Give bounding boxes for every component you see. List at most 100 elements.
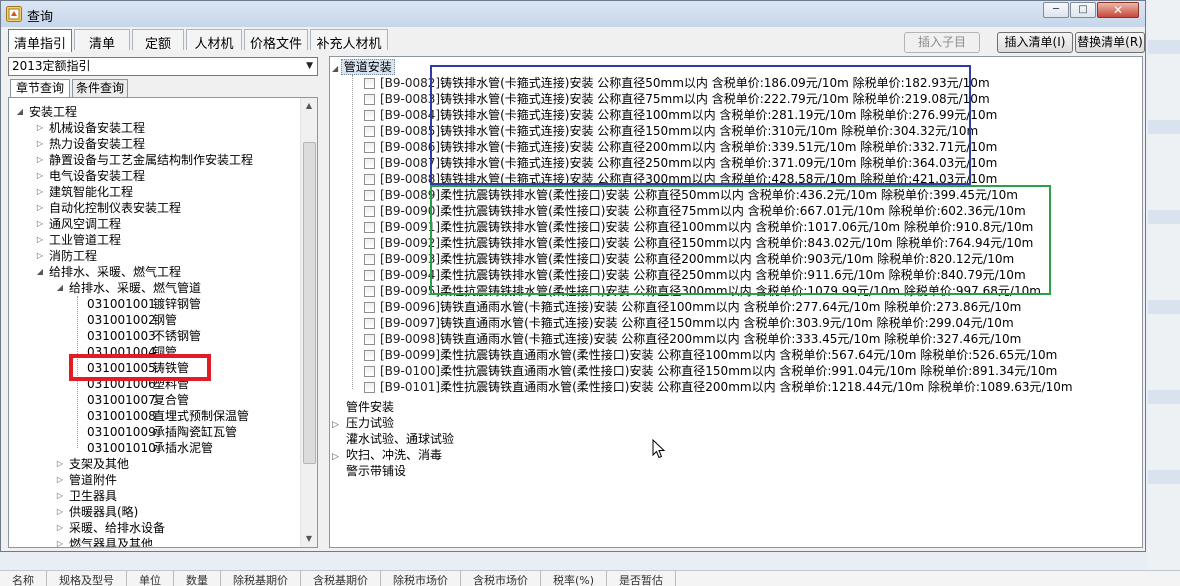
quota-checkbox[interactable] (364, 222, 375, 233)
tree-collapsed-icon[interactable]: ▷ (55, 488, 65, 504)
group-node[interactable]: 警示带铺设 (332, 463, 406, 479)
tree-collapsed-icon[interactable]: ▷ (55, 472, 65, 488)
group-node[interactable]: ▷ 吹扫、冲洗、消毒 (332, 447, 442, 463)
quota-item[interactable]: [B9-0099]柔性抗震铸铁直通雨水管(柔性接口)安装 公称直径100mm以内… (364, 347, 1057, 363)
tree-leaf-item[interactable]: 031001007复合管 (75, 392, 189, 408)
close-button[interactable]: ✕ (1097, 2, 1139, 18)
quota-item[interactable]: [B9-0089]柔性抗震铸铁排水管(柔性接口)安装 公称直径50mm以内 含税… (364, 187, 1018, 203)
quota-checkbox[interactable] (364, 78, 375, 89)
group-node[interactable]: ▷ 压力试验 (332, 415, 394, 431)
quota-item[interactable]: [B9-0088]铸铁排水管(卡箍式连接)安装 公称直径300mm以内 含税单价… (364, 171, 997, 187)
quota-item[interactable]: [B9-0096]铸铁直通雨水管(卡箍式连接)安装 公称直径100mm以内 含税… (364, 299, 1021, 315)
quota-checkbox[interactable] (364, 94, 375, 105)
maximize-button[interactable]: □ (1070, 2, 1096, 18)
subtab-chapter-search[interactable]: 章节查询 (10, 79, 70, 97)
tree-collapsed-icon[interactable]: ▷ (35, 184, 45, 200)
tree-node[interactable]: ▷ 管道附件 (55, 472, 117, 488)
tree-collapsed-icon[interactable]: ▷ (55, 456, 65, 472)
tree-collapsed-icon[interactable]: ▷ (35, 120, 45, 136)
tree-collapsed-icon[interactable]: ▷ (35, 248, 45, 264)
scroll-down-icon[interactable]: ▼ (301, 531, 317, 547)
tree-node[interactable]: ▷ 自动化控制仪表安装工程 (35, 200, 181, 216)
tree-expanded-icon[interactable]: ◢ (332, 64, 341, 73)
tab-supplement-materials[interactable]: 补充人材机 (310, 29, 388, 52)
quota-item[interactable]: [B9-0093]柔性抗震铸铁排水管(柔性接口)安装 公称直径200mm以内 含… (364, 251, 1014, 267)
quota-item[interactable]: [B9-0100]柔性抗震铸铁直通雨水管(柔性接口)安装 公称直径150mm以内… (364, 363, 1057, 379)
quota-checkbox[interactable] (364, 302, 375, 313)
tree-node[interactable]: ▷ 热力设备安装工程 (35, 136, 145, 152)
quota-item[interactable]: [B9-0087]铸铁排水管(卡箍式连接)安装 公称直径250mm以内 含税单价… (364, 155, 997, 171)
quota-checkbox[interactable] (364, 158, 375, 169)
quota-checkbox[interactable] (364, 190, 375, 201)
tree-node[interactable]: ▷ 燃气器具及其他 (55, 536, 153, 547)
quota-checkbox[interactable] (364, 238, 375, 249)
tree-node[interactable]: ▷ 工业管道工程 (35, 232, 121, 248)
quota-item[interactable]: [B9-0085]铸铁排水管(卡箍式连接)安装 公称直径150mm以内 含税单价… (364, 123, 978, 139)
tree-scrollbar[interactable]: ▲ ▼ (300, 98, 317, 547)
quota-checkbox[interactable] (364, 206, 375, 217)
tree-collapsed-icon[interactable]: ▷ (35, 216, 45, 232)
tree-leaf-item[interactable]: 031001002钢管 (75, 312, 177, 328)
tree-collapsed-icon[interactable]: ▷ (35, 152, 45, 168)
tree-node[interactable]: ◢ 安装工程 (15, 104, 77, 120)
quota-checkbox[interactable] (364, 110, 375, 121)
quota-item[interactable]: [B9-0094]柔性抗震铸铁排水管(柔性接口)安装 公称直径250mm以内 含… (364, 267, 1026, 283)
quota-item[interactable]: [B9-0086]铸铁排水管(卡箍式连接)安装 公称直径200mm以内 含税单价… (364, 139, 997, 155)
tree-node[interactable]: ▷ 机械设备安装工程 (35, 120, 145, 136)
quota-item[interactable]: [B9-0084]铸铁排水管(卡箍式连接)安装 公称直径100mm以内 含税单价… (364, 107, 997, 123)
quota-checkbox[interactable] (364, 318, 375, 329)
tree-node[interactable]: ▷ 建筑智能化工程 (35, 184, 133, 200)
tree-node[interactable]: ▷ 采暖、给排水设备 (55, 520, 165, 536)
tree-node[interactable]: ▷ 静置设备与工艺金属结构制作安装工程 (35, 152, 253, 168)
tree-node[interactable]: ◢ 给排水、采暖、燃气工程 (35, 264, 181, 280)
replace-list-button[interactable]: 替换清单(R) (1075, 32, 1145, 53)
quota-item[interactable]: [B9-0098]铸铁直通雨水管(卡箍式连接)安装 公称直径200mm以内 含税… (364, 331, 1021, 347)
tree-node[interactable]: ◢ 给排水、采暖、燃气管道 (55, 280, 201, 296)
tree-node[interactable]: ▷ 电气设备安装工程 (35, 168, 145, 184)
tab-labor-material-machine[interactable]: 人材机 (186, 29, 242, 52)
tree-node[interactable]: ▷ 消防工程 (35, 248, 97, 264)
quota-checkbox[interactable] (364, 286, 375, 297)
tree-node[interactable]: ▷ 供暖器具(略) (55, 504, 138, 520)
tree-node[interactable]: ▷ 卫生器具 (55, 488, 117, 504)
tree-node[interactable]: ▷ 通风空调工程 (35, 216, 121, 232)
tree-expanded-icon[interactable]: ◢ (15, 104, 25, 120)
tree-leaf-item[interactable]: 031001009承插陶瓷缸瓦管 (75, 424, 237, 440)
group-node[interactable]: 管件安装 (332, 399, 394, 415)
quota-checkbox[interactable] (364, 350, 375, 361)
quota-item[interactable]: [B9-0083]铸铁排水管(卡箍式连接)安装 公称直径75mm以内 含税单价:… (364, 91, 990, 107)
tab-quota[interactable]: 定额 (132, 29, 184, 52)
quota-item[interactable]: [B9-0101]柔性抗震铸铁直通雨水管(柔性接口)安装 公称直径200mm以内… (364, 379, 1073, 395)
tree-collapsed-icon[interactable]: ▷ (55, 504, 65, 520)
quota-checkbox[interactable] (364, 382, 375, 393)
tree-collapsed-icon[interactable]: ▷ (35, 168, 45, 184)
tree-collapsed-icon[interactable]: ▷ (55, 520, 65, 536)
tree-collapsed-icon[interactable]: ▷ (35, 232, 45, 248)
quota-version-select[interactable]: 2013定额指引 ▼ (8, 57, 318, 76)
tree-leaf-item[interactable]: 031001003不锈钢管 (75, 328, 201, 344)
group-node[interactable]: 灌水试验、通球试验 (332, 431, 454, 447)
insert-list-button[interactable]: 插入清单(I) (997, 32, 1073, 53)
tab-list[interactable]: 清单 (74, 29, 130, 52)
minimize-button[interactable]: ─ (1043, 2, 1069, 18)
quota-item[interactable]: [B9-0091]柔性抗震铸铁排水管(柔性接口)安装 公称直径100mm以内 含… (364, 219, 1033, 235)
tree-leaf-item[interactable]: 031001010承插水泥管 (75, 440, 213, 456)
quota-item[interactable]: [B9-0090]柔性抗震铸铁排水管(柔性接口)安装 公称直径75mm以内 含税… (364, 203, 1026, 219)
quota-checkbox[interactable] (364, 334, 375, 345)
subtab-condition-search[interactable]: 条件查询 (72, 79, 128, 97)
scroll-up-icon[interactable]: ▲ (301, 98, 317, 114)
scroll-thumb[interactable] (303, 142, 316, 464)
quota-checkbox[interactable] (364, 126, 375, 137)
tree-collapsed-icon[interactable]: ▷ (35, 136, 45, 152)
tree-leaf-item[interactable]: 031001008直埋式预制保温管 (75, 408, 249, 424)
quota-item[interactable]: [B9-0082]铸铁排水管(卡箍式连接)安装 公称直径50mm以内 含税单价:… (364, 75, 990, 91)
quota-checkbox[interactable] (364, 270, 375, 281)
tab-price-file[interactable]: 价格文件 (244, 29, 308, 52)
tree-node[interactable]: ▷ 支架及其他 (55, 456, 129, 472)
quota-checkbox[interactable] (364, 254, 375, 265)
quota-item[interactable]: [B9-0097]铸铁直通雨水管(卡箍式连接)安装 公称直径150mm以内 含税… (364, 315, 1014, 331)
tree-expanded-icon[interactable]: ◢ (55, 280, 65, 296)
quota-checkbox[interactable] (364, 366, 375, 377)
tree-expanded-icon[interactable]: ◢ (35, 264, 45, 280)
tree-collapsed-icon[interactable]: ▷ (55, 536, 65, 547)
